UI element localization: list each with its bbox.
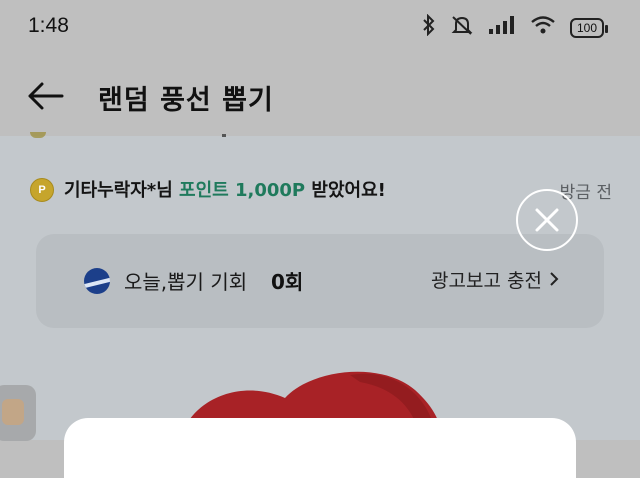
ticket-count: 0회 bbox=[271, 270, 304, 294]
ticket-label: 오늘,뽑기 기회 bbox=[124, 270, 248, 294]
bluetooth-icon bbox=[422, 13, 436, 41]
point-coin-icon: P bbox=[30, 178, 54, 202]
notice-suffix: 받았어요! bbox=[305, 180, 386, 201]
globe-icon bbox=[84, 268, 110, 294]
battery-icon: 100 bbox=[569, 17, 609, 38]
notice-points: 포인트 1,000P bbox=[179, 180, 306, 201]
point-notice: 기타누락자*님 포인트 1,000P 받았어요! bbox=[64, 176, 386, 202]
charge-by-ad-button[interactable]: 광고보고 충전 bbox=[431, 266, 560, 293]
status-icons: 100 bbox=[422, 13, 609, 41]
main-content: P 기타누락자*님 포인트 1,000P 받았어요! 방금 전 오늘,뽑기 기회… bbox=[0, 132, 640, 478]
chevron-right-icon bbox=[548, 270, 560, 292]
wifi-icon bbox=[530, 15, 556, 40]
close-button[interactable] bbox=[516, 189, 578, 251]
close-icon bbox=[535, 208, 559, 232]
partial-coin-icon bbox=[30, 132, 46, 138]
signal-icon bbox=[488, 15, 516, 40]
thumbnail-image bbox=[2, 399, 24, 425]
mute-icon bbox=[450, 14, 474, 41]
status-time: 1:48 bbox=[28, 14, 69, 37]
back-arrow-icon[interactable] bbox=[24, 76, 68, 116]
notice-user: 기타누락자*님 bbox=[64, 180, 180, 201]
app-bar: 랜덤 풍선 뽑기 bbox=[0, 56, 640, 136]
side-thumbnail[interactable] bbox=[0, 385, 36, 441]
status-bar: 1:48 100 bbox=[0, 0, 640, 56]
charge-label: 광고보고 충전 bbox=[431, 270, 542, 292]
page-title: 랜덤 풍선 뽑기 bbox=[98, 85, 274, 116]
partial-text-fragment bbox=[222, 134, 226, 137]
bottom-sheet bbox=[64, 418, 576, 478]
